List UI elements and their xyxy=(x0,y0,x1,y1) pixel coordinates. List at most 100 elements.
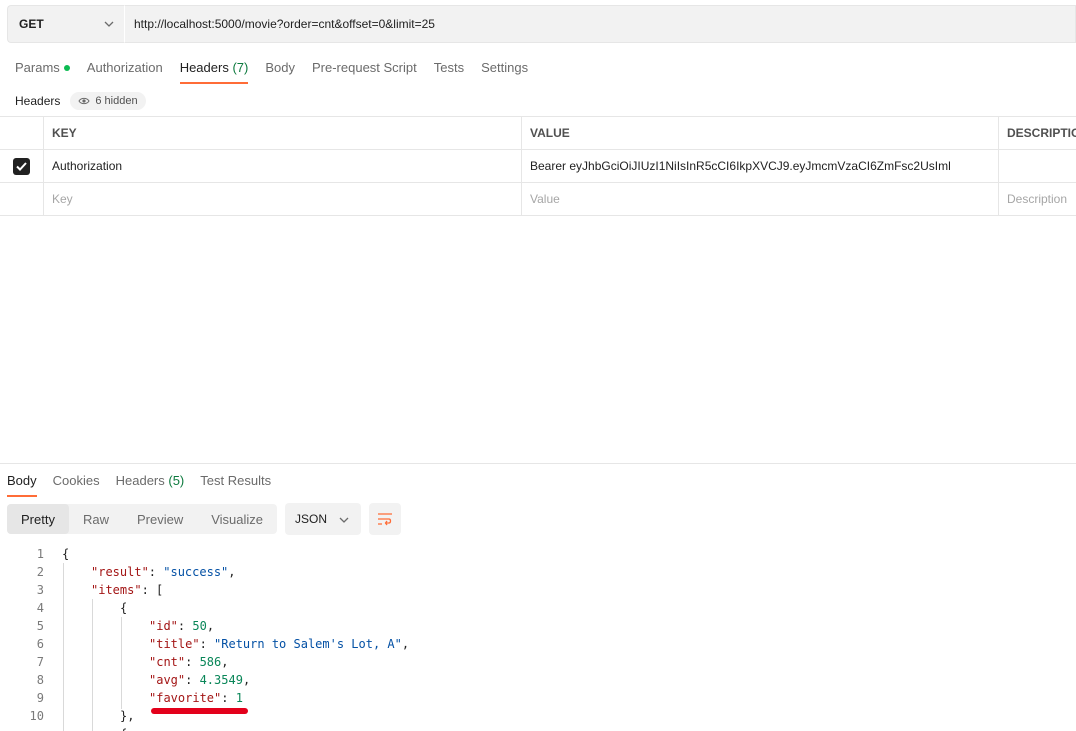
response-body-viewer[interactable]: 1 {2 "result": "success", 3 "items": [ 4 {5 "id… xyxy=(0,545,1076,731)
tab-count: (7) xyxy=(232,60,249,75)
tab-pre-request-script[interactable]: Pre-request Script xyxy=(312,58,417,84)
wrap-lines-button[interactable] xyxy=(369,503,402,535)
json-punctuation: : xyxy=(185,655,200,669)
header-description-cell[interactable] xyxy=(999,150,1076,182)
json-key: "items" xyxy=(91,583,142,597)
response-tab-cookies[interactable]: Cookies xyxy=(53,471,100,497)
url-input[interactable]: http://localhost:5000/movie?order=cnt&of… xyxy=(124,5,1076,43)
json-key: "cnt" xyxy=(149,655,186,669)
json-string: "success" xyxy=(163,565,229,579)
tab-count: (5) xyxy=(168,473,185,488)
view-mode-visualize[interactable]: Visualize xyxy=(197,504,277,534)
json-number: 586 xyxy=(199,655,222,669)
new-key-input[interactable]: Key xyxy=(44,183,522,215)
code-line: "items": [ xyxy=(91,583,163,597)
method-select[interactable]: GET xyxy=(7,5,124,43)
json-number: 50 xyxy=(192,619,207,633)
code-line: { xyxy=(120,727,127,731)
new-value-input[interactable]: Value xyxy=(522,183,999,215)
view-mode-preview[interactable]: Preview xyxy=(123,504,197,534)
request-response-divider[interactable] xyxy=(0,463,1076,464)
view-mode-pretty[interactable]: Pretty xyxy=(7,504,69,534)
json-punctuation: : xyxy=(199,637,215,651)
indent-guide xyxy=(63,563,64,731)
method-label: GET xyxy=(19,17,44,31)
url-text: http://localhost:5000/movie?order=cnt&of… xyxy=(134,17,435,31)
value-column-header: VALUE xyxy=(522,117,999,149)
code-line: { xyxy=(62,547,69,561)
json-punctuation: , xyxy=(221,655,229,669)
select-column-header xyxy=(0,117,44,149)
tab-label: Body xyxy=(7,473,37,488)
code-line: "avg": 4.3549, xyxy=(149,673,250,687)
header-value-cell[interactable]: Bearer eyJhbGciOiJIUzI1NiIsInR5cCI6IkpXV… xyxy=(522,150,999,182)
tab-label: Tests xyxy=(433,60,465,75)
tab-label: Params xyxy=(15,60,60,75)
hidden-headers-toggle[interactable]: 6 hidden xyxy=(70,92,146,110)
chevron-down-icon xyxy=(104,21,114,27)
line-number: 10 xyxy=(29,709,44,723)
line-number: 7 xyxy=(36,655,44,669)
description-column-header: DESCRIPTIO xyxy=(1007,126,1076,140)
code-line: "title": "Return to Salem's Lot, A", xyxy=(149,637,409,651)
response-tab-headers[interactable]: Headers (5) xyxy=(116,471,185,497)
json-punctuation: : xyxy=(148,565,164,579)
annotation-underline xyxy=(151,708,248,714)
json-punctuation: : xyxy=(185,673,200,687)
line-number: 5 xyxy=(36,619,44,633)
json-punctuation: , xyxy=(228,565,236,579)
new-description-input[interactable]: Description xyxy=(999,183,1076,215)
json-punctuation: , xyxy=(206,619,215,633)
response-format-toolbar: Pretty Raw Preview Visualize JSON xyxy=(7,503,402,535)
language-select-label: JSON xyxy=(295,512,328,526)
json-key: "id" xyxy=(149,619,178,633)
table-row: Authorization Bearer eyJhbGciOiJIUzI1NiI… xyxy=(0,150,1076,183)
json-string: "Return to Salem's Lot, A" xyxy=(214,637,402,651)
line-number: 4 xyxy=(36,601,44,615)
new-header-row: Key Value Description xyxy=(0,183,1076,216)
code-line: }, xyxy=(120,709,134,723)
language-select[interactable]: JSON xyxy=(285,503,362,535)
key-column-header: KEY xyxy=(44,117,522,149)
response-tabs: Body Cookies Headers (5) Test Results xyxy=(7,471,287,497)
row-enabled-checkbox[interactable] xyxy=(13,157,30,175)
json-number: 1 xyxy=(235,691,243,705)
tab-body[interactable]: Body xyxy=(265,58,295,84)
json-punctuation: { xyxy=(62,547,70,561)
json-key: "avg" xyxy=(149,673,186,687)
tab-params[interactable]: Params xyxy=(15,58,70,84)
indent-guide xyxy=(92,599,93,731)
chevron-down-icon xyxy=(339,517,349,523)
json-key: "result" xyxy=(91,565,149,579)
json-punctuation: { xyxy=(120,601,128,615)
json-punctuation: , xyxy=(401,637,410,651)
line-number: 9 xyxy=(36,691,44,705)
tab-label: Settings xyxy=(481,60,529,75)
hidden-count-label: 6 hidden xyxy=(95,95,138,107)
view-mode-raw[interactable]: Raw xyxy=(69,504,123,534)
code-line: "favorite": 1 xyxy=(149,691,243,705)
tab-authorization[interactable]: Authorization xyxy=(87,58,163,84)
json-punctuation: { xyxy=(120,727,127,731)
line-number: 1 xyxy=(36,547,44,561)
params-active-dot-icon xyxy=(63,64,70,71)
json-punctuation: }, xyxy=(120,709,135,723)
json-punctuation: : [ xyxy=(141,583,164,597)
response-tab-body[interactable]: Body xyxy=(7,471,37,497)
code-line: "result": "success", xyxy=(91,565,236,579)
tab-headers[interactable]: Headers (7) xyxy=(179,58,249,84)
view-mode-switcher: Pretty Raw Preview Visualize xyxy=(7,504,278,534)
tab-tests[interactable]: Tests xyxy=(434,58,464,84)
tab-label: Headers xyxy=(115,473,165,488)
row-checkbox-cell xyxy=(0,150,44,182)
header-key-cell[interactable]: Authorization xyxy=(44,150,522,182)
request-bar: GET http://localhost:5000/movie?order=cn… xyxy=(7,5,1076,43)
tab-label: Cookies xyxy=(52,473,100,488)
line-number: 2 xyxy=(36,565,44,579)
headers-table: KEY VALUE DESCRIPTIO Authorization Beare… xyxy=(0,116,1076,216)
table-header-row: KEY VALUE DESCRIPTIO xyxy=(0,117,1076,150)
line-number: 3 xyxy=(36,583,44,597)
tab-label: Test Results xyxy=(200,473,272,488)
response-tab-test-results[interactable]: Test Results xyxy=(200,471,271,497)
tab-settings[interactable]: Settings xyxy=(481,58,528,84)
